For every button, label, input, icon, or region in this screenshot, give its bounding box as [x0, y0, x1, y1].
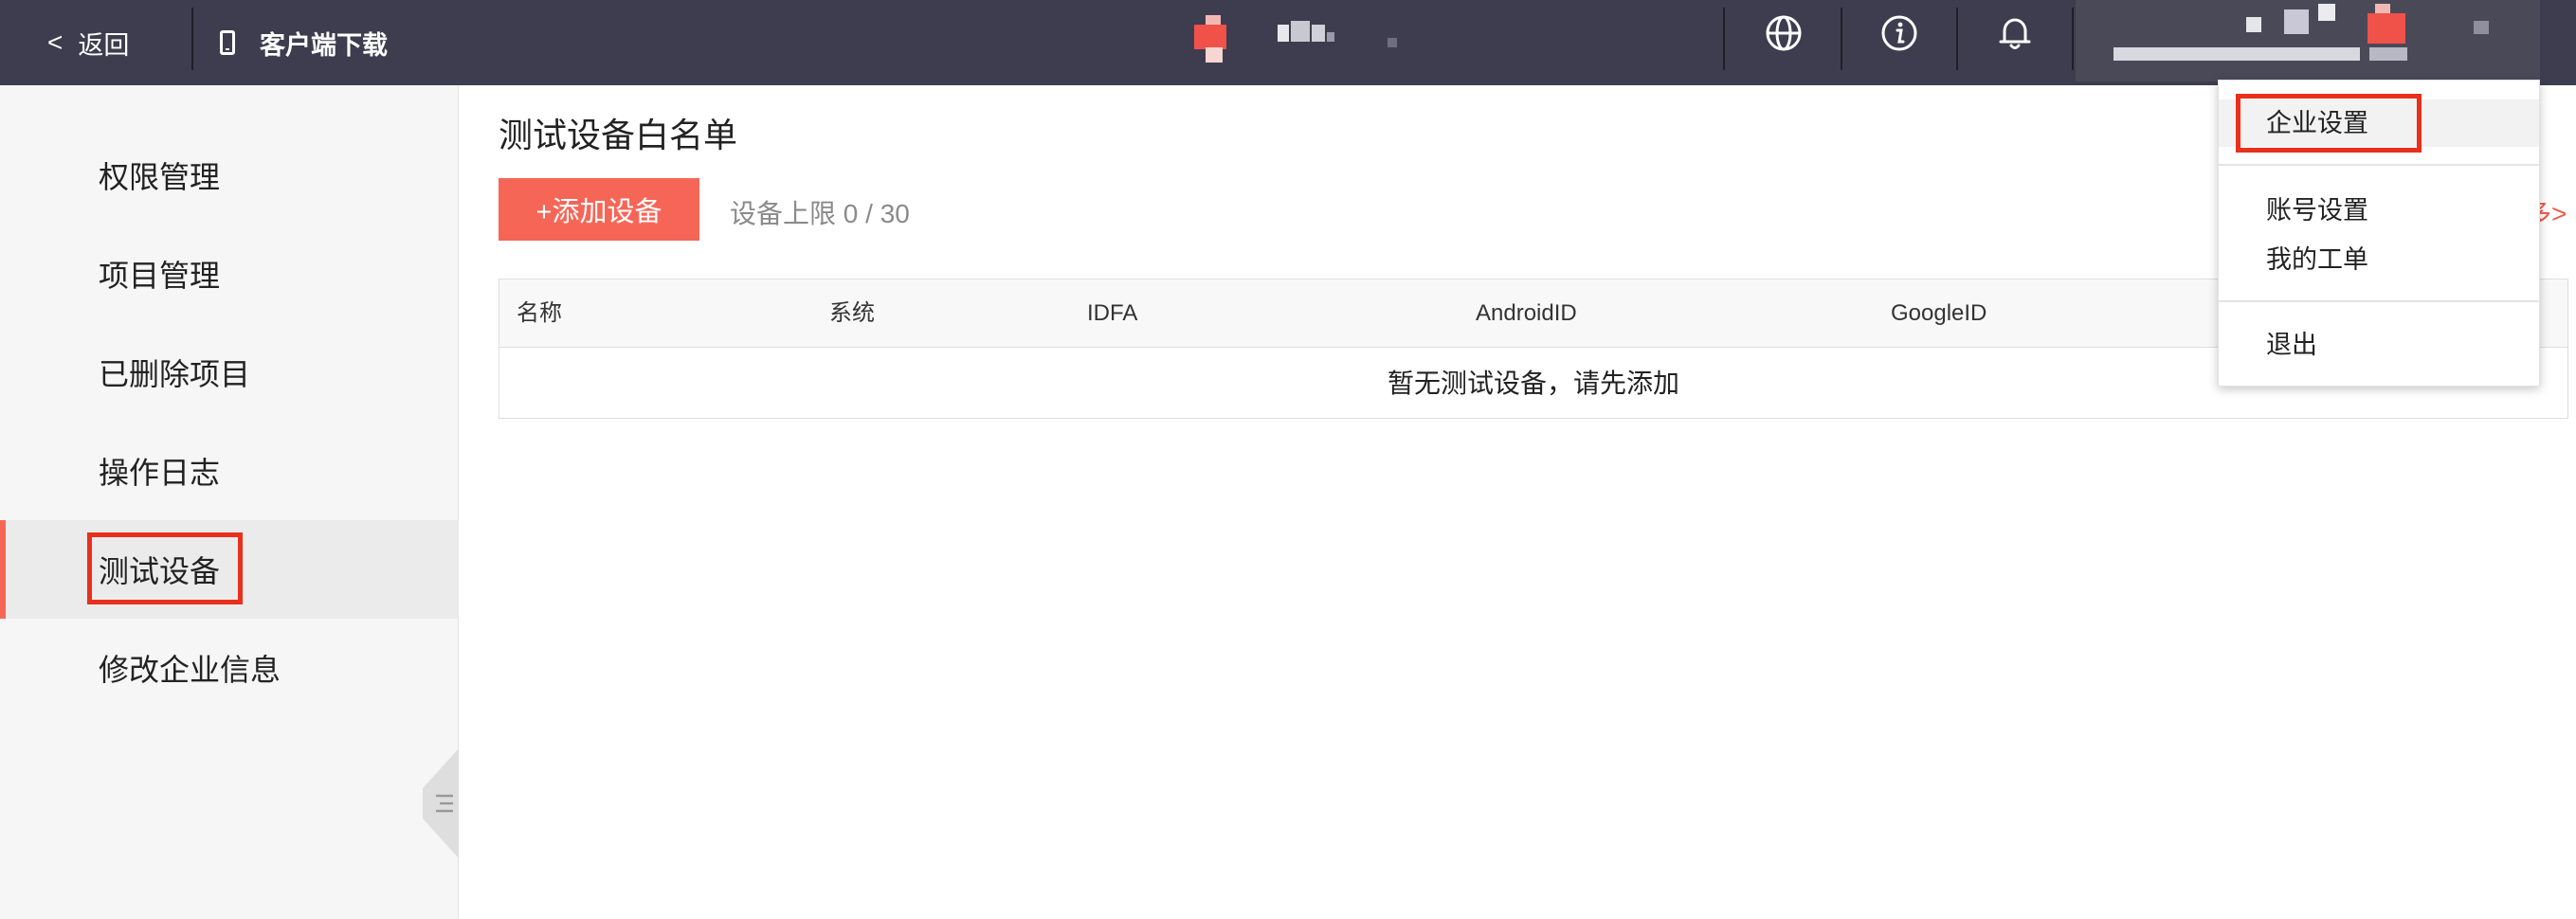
- top-bar: < 返回 客户端下载: [0, 0, 2576, 85]
- back-label: 返回: [78, 30, 130, 60]
- sidebar-item-label: 已删除项目: [99, 357, 251, 391]
- column-header-googleid: GoogleID: [1891, 300, 1987, 326]
- sidebar-item-deleted-projects[interactable]: 已删除项目: [0, 323, 459, 422]
- sidebar-item-label: 测试设备: [99, 554, 221, 588]
- chevron-left-icon: <: [47, 27, 63, 57]
- brand-logo[interactable]: [1185, 11, 1412, 68]
- client-download-label: 客户端下载: [260, 30, 388, 60]
- back-button[interactable]: < 返回: [47, 0, 129, 85]
- sidebar-item-projects[interactable]: 项目管理: [0, 225, 459, 323]
- divider: [191, 8, 193, 70]
- column-header-androidid: AndroidID: [1476, 300, 1577, 326]
- divider: [2072, 8, 2074, 70]
- menu-item-account-settings[interactable]: 账号设置: [2219, 187, 2539, 234]
- sidebar-item-permissions[interactable]: 权限管理: [0, 126, 459, 225]
- column-header-idfa: IDFA: [1087, 300, 1138, 326]
- menu-item-my-tickets[interactable]: 我的工单: [2219, 236, 2539, 283]
- sidebar-item-label: 项目管理: [99, 259, 221, 293]
- page-title: 测试设备白名单: [499, 116, 738, 154]
- user-account-menu[interactable]: [2076, 0, 2540, 81]
- collapse-sidebar-icon[interactable]: [423, 748, 459, 858]
- sidebar-item-test-devices[interactable]: 测试设备: [0, 520, 459, 619]
- column-header-name: 名称: [517, 300, 562, 326]
- client-download-button[interactable]: 客户端下载: [220, 0, 388, 85]
- info-icon[interactable]: [1842, 0, 1956, 66]
- globe-icon[interactable]: [1727, 0, 1841, 66]
- menu-item-logout[interactable]: 退出: [2219, 321, 2539, 369]
- phone-icon: [220, 30, 235, 55]
- menu-divider: [2219, 164, 2539, 166]
- divider: [1723, 8, 1725, 70]
- sidebar-item-label: 操作日志: [99, 456, 221, 490]
- account-dropdown: 企业设置 账号设置 我的工单 退出: [2218, 80, 2540, 387]
- menu-divider: [2219, 300, 2539, 302]
- sidebar-item-edit-company-info[interactable]: 修改企业信息: [0, 619, 459, 717]
- sidebar-item-label: 权限管理: [99, 160, 221, 194]
- device-limit-text: 设备上限 0 / 30: [730, 199, 910, 228]
- column-header-system: 系统: [829, 300, 875, 326]
- menu-item-company-settings[interactable]: 企业设置: [2219, 99, 2539, 147]
- bell-icon[interactable]: [1958, 0, 2072, 66]
- sidebar: 权限管理 项目管理 已删除项目 操作日志 测试设备 修改企业信息: [0, 85, 459, 919]
- add-device-button[interactable]: +添加设备: [499, 178, 699, 241]
- sidebar-item-label: 修改企业信息: [99, 653, 281, 687]
- sidebar-item-operation-log[interactable]: 操作日志: [0, 422, 459, 520]
